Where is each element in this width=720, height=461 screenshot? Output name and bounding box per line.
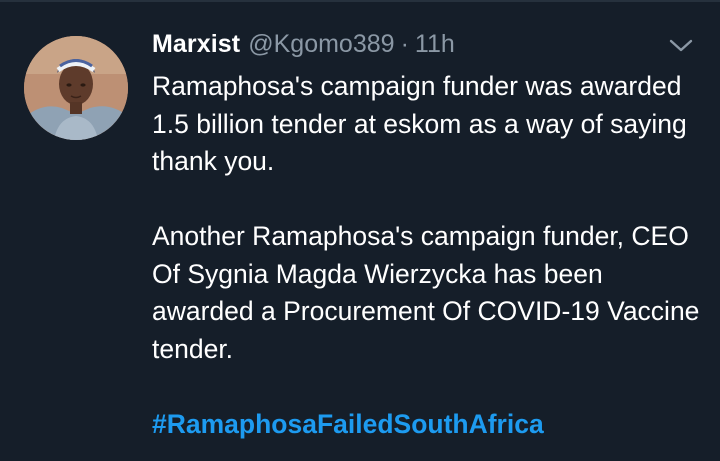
separator-dot: · [400,30,409,58]
user-handle[interactable]: @Kgomo389 [248,30,394,59]
top-divider [0,0,720,2]
timestamp[interactable]: 11h [415,30,455,59]
tweet-menu-button[interactable] [666,34,696,58]
chevron-down-icon [669,39,693,52]
hashtag-line: #RamaphosaFailedSouthAfrica [152,406,702,444]
avatar-image [24,36,128,140]
avatar[interactable] [24,36,128,140]
tweet-paragraph: Another Ramaphosa's campaign funder, CEO… [152,221,700,364]
tweet-text: Ramaphosa's campaign funder was awarded … [152,68,702,443]
tweet-paragraph: Ramaphosa's campaign funder was awarded … [152,71,687,176]
tweet-header: Marxist @Kgomo389 · 11h [152,30,455,64]
hashtag-link[interactable]: #RamaphosaFailedSouthAfrica [152,409,544,439]
display-name[interactable]: Marxist [152,30,240,59]
